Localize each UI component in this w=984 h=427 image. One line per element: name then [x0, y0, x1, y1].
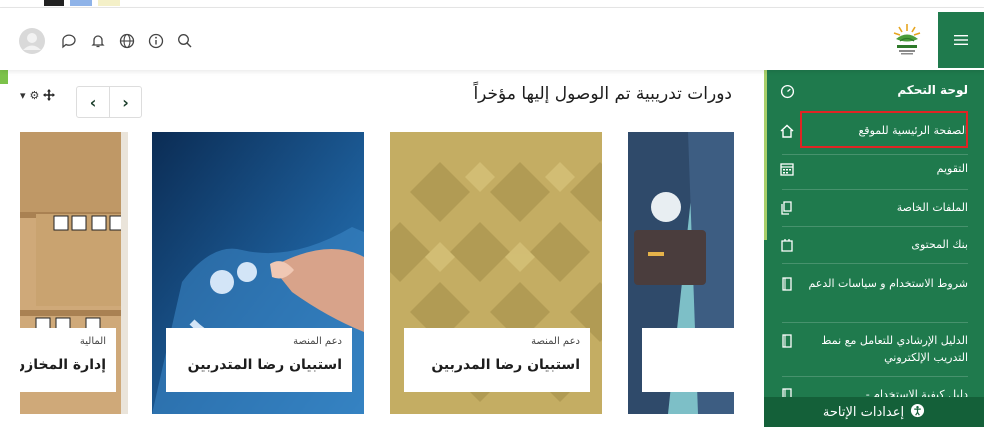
sidebar-item-guide[interactable]: الدليل الإرشادي للتعامل مع نمط التدريب ا…: [778, 332, 968, 366]
book-icon: [778, 332, 796, 350]
sidebar-item-label: الملفات الخاصة: [896, 201, 968, 214]
sidebar-item-label: التقويم: [936, 162, 968, 175]
divider: [782, 189, 968, 190]
next-button[interactable]: ›: [109, 87, 141, 117]
sidebar-item-dashboard[interactable]: لوحة التحكم: [778, 82, 968, 100]
menu-toggle-button[interactable]: [938, 12, 984, 68]
sidebar-item-label: بنك المحتوى: [911, 238, 968, 251]
accessibility-settings-button[interactable]: إعدادات الإتاحة: [764, 397, 984, 427]
accessibility-label: إعدادات الإتاحة: [822, 404, 905, 420]
course-label: ائي المبي...: [642, 328, 734, 392]
course-name[interactable]: استبيان رضا المدربين: [414, 357, 580, 373]
chat-icon[interactable]: [54, 26, 83, 55]
course-pager: ‹ ›: [76, 86, 142, 118]
divider: [782, 263, 968, 264]
course-card[interactable]: دعم المنصة استبيان رضا المتدربين: [152, 132, 364, 414]
sidebar-item-private-files[interactable]: الملفات الخاصة: [778, 199, 968, 217]
browser-strip: [0, 0, 984, 8]
info-icon[interactable]: [141, 26, 170, 55]
accessibility-icon: [910, 403, 925, 422]
course-label: دعم المنصة استبيان رضا المتدربين: [166, 328, 352, 392]
hamburger-icon: [954, 35, 968, 45]
move-icon[interactable]: [43, 86, 56, 105]
course-category: المالية: [79, 336, 106, 347]
block-title: دورات تدريبية تم الوصول إليها مؤخراً: [473, 84, 732, 104]
divider: [782, 322, 968, 323]
calendar-icon: [778, 160, 796, 178]
strip-block: [98, 0, 120, 6]
content-bank-icon: [778, 236, 796, 254]
prev-button[interactable]: ‹: [77, 87, 109, 117]
recent-courses-carousel: المالية إدارة المخازن دعم المنصة استبيان…: [20, 132, 734, 414]
block-controls: ▾ ⚙: [20, 86, 56, 105]
strip-block: [70, 0, 92, 6]
course-label: دعم المنصة استبيان رضا المدربين: [404, 328, 590, 392]
course-card[interactable]: المالية إدارة المخازن: [20, 132, 128, 414]
sidebar-item-calendar[interactable]: التقويم: [778, 160, 968, 178]
course-category: دعم المنصة: [293, 336, 342, 347]
sidebar-scroll-rail[interactable]: [764, 70, 767, 240]
sidebar-item-label: الدليل الإرشادي للتعامل مع نمط التدريب ا…: [821, 334, 968, 364]
highlight-box: [800, 111, 968, 148]
course-name[interactable]: استبيان رضا المتدربين: [176, 357, 342, 373]
sidebar-item-content-bank[interactable]: بنك المحتوى: [778, 236, 968, 254]
navbar-icons: [18, 26, 199, 55]
course-category: دعم المنصة: [531, 336, 580, 347]
book-icon: [778, 275, 796, 293]
site-logo[interactable]: [890, 22, 924, 58]
search-icon[interactable]: [170, 26, 199, 55]
gear-icon[interactable]: ⚙: [30, 89, 40, 102]
course-name[interactable]: ائي المبي...: [652, 346, 735, 362]
sidebar-drawer: لوحة التحكم الصفحة الرئيسية للموقع التقو…: [764, 70, 984, 427]
globe-icon[interactable]: [112, 26, 141, 55]
strip-block: [44, 0, 64, 6]
edit-tab[interactable]: [0, 70, 8, 84]
top-navbar: [0, 8, 984, 70]
bell-icon[interactable]: [83, 26, 112, 55]
course-name[interactable]: إدارة المخازن: [20, 357, 106, 373]
dropdown-caret-icon[interactable]: ▾: [20, 89, 26, 102]
sidebar-item-label: شروط الاستخدام و سياسات الدعم: [808, 277, 968, 290]
sidebar-item-terms[interactable]: شروط الاستخدام و سياسات الدعم: [778, 275, 968, 293]
avatar[interactable]: [18, 27, 46, 55]
divider: [782, 226, 968, 227]
course-label: المالية إدارة المخازن: [20, 328, 116, 392]
course-card[interactable]: ائي المبي...: [628, 132, 734, 414]
divider: [782, 376, 968, 377]
course-card[interactable]: دعم المنصة استبيان رضا المدربين: [390, 132, 602, 414]
files-icon: [778, 199, 796, 217]
dashboard-icon: [778, 82, 796, 100]
divider: [782, 154, 968, 155]
home-icon: [778, 122, 796, 140]
sidebar-item-label: لوحة التحكم: [897, 83, 968, 97]
